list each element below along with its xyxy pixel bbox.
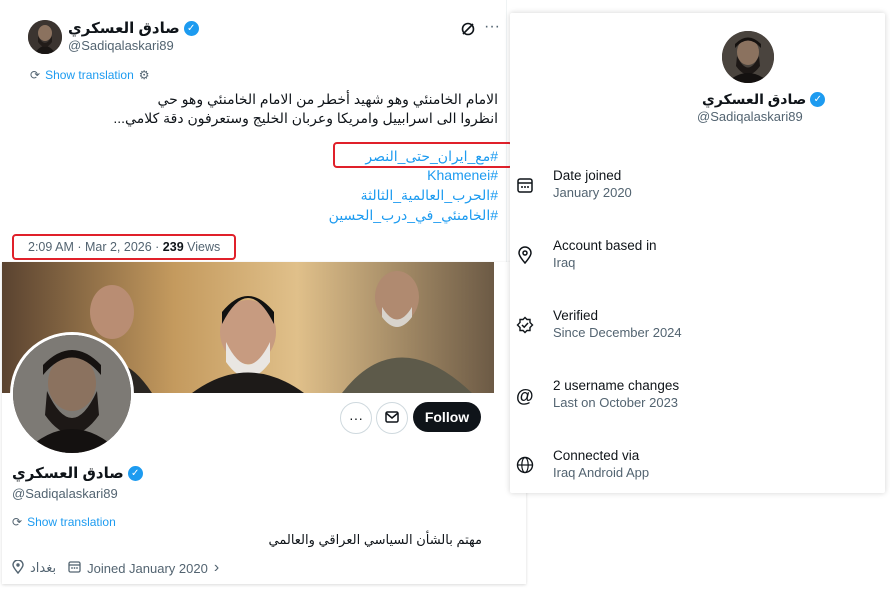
about-name: صادق العسكري (702, 91, 807, 107)
tweet-text-line-2: انظروا الى اسرابييل وامريكا وعربان الخلي… (113, 110, 498, 126)
mail-icon (385, 410, 399, 426)
grok-icon[interactable] (460, 21, 476, 37)
row-title: Verified (553, 308, 599, 323)
calendar-icon (516, 176, 536, 196)
show-translation-label: Show translation (27, 515, 116, 529)
tweet-author-handle[interactable]: @Sadiqalaskari89 (68, 38, 174, 53)
verified-badge-icon (516, 316, 536, 336)
location-pin-icon (516, 246, 536, 266)
row-subtitle: Last on October 2023 (553, 395, 679, 410)
more-options-icon[interactable]: ··· (484, 18, 500, 36)
translate-icon: ⟳ (30, 68, 41, 82)
row-title: Account based in (553, 238, 657, 253)
verified-icon: ✓ (810, 92, 826, 107)
tweet-card: صادق العسكري ✓ @Sadiqalaskari89 ··· ⟳ Sh… (12, 0, 513, 262)
profile-joined-date[interactable]: Joined January 2020 (87, 561, 208, 576)
row-subtitle: Since December 2024 (553, 325, 682, 340)
message-button[interactable] (376, 402, 408, 434)
row-title: Date joined (553, 168, 622, 183)
about-row-username-changes: @ 2 username changes Last on October 202… (516, 378, 875, 418)
row-subtitle: Iraq (553, 255, 576, 270)
location-pin-icon (12, 558, 24, 577)
gear-icon[interactable]: ⚙ (139, 68, 150, 82)
profile-location: بغداد (30, 560, 57, 575)
follow-button[interactable]: Follow (413, 402, 481, 432)
at-sign-icon: @ (516, 386, 534, 406)
profile-show-translation-link[interactable]: ⟳ Show translation (12, 515, 116, 529)
profile-avatar[interactable] (10, 332, 134, 456)
verified-icon[interactable]: ✓ (127, 465, 143, 481)
profile-card: ··· Follow صادق العسكري ✓ @Sadiqalaskari… (2, 262, 526, 584)
profile-name: صادق العسكري (12, 465, 124, 482)
profile-handle: @Sadiqalaskari89 (12, 486, 118, 501)
profile-name-row: صادق العسكري ✓ (12, 464, 143, 482)
hashtag-link[interactable]: #الخامنئي_في_درب_الحسين (329, 207, 498, 224)
tweet-author-avatar[interactable] (28, 20, 62, 54)
calendar-icon (68, 560, 81, 576)
timestamp-highlight-box (12, 234, 236, 260)
hashtag-highlight-box (333, 142, 513, 168)
translate-icon: ⟳ (12, 515, 23, 529)
verified-icon: ✓ (183, 20, 199, 36)
hashtag-link[interactable]: #Khamenei (427, 167, 498, 183)
show-translation-label: Show translation (45, 68, 134, 82)
about-account-panel: صادق العسكري ✓ @Sadiqalaskari89 Date joi… (510, 13, 885, 493)
row-title: 2 username changes (553, 378, 680, 393)
show-translation-link[interactable]: ⟳ Show translation ⚙ (30, 68, 150, 82)
tweet-author-name[interactable]: صادق العسكري (68, 19, 180, 37)
row-subtitle: Iraq Android App (553, 465, 650, 480)
profile-meta: بغداد Joined January 2020 › (12, 558, 219, 577)
chevron-right-icon[interactable]: › (214, 559, 219, 577)
row-subtitle: January 2020 (553, 185, 632, 200)
about-avatar (722, 31, 774, 83)
about-row-verified: Verified Since December 2024 (516, 308, 875, 348)
profile-bio: مهتم بالشأن السياسي العراقي والعالمي (268, 532, 482, 547)
about-handle: @Sadiqalaskari89 (697, 109, 803, 124)
row-title: Connected via (553, 448, 640, 463)
tweet-text: الامام الخامنئي وهو شهيد أخطر من الامام … (28, 90, 498, 128)
more-button[interactable]: ··· (340, 402, 372, 434)
tweet-text-line-1: الامام الخامنئي وهو شهيد أخطر من الامام … (157, 91, 498, 107)
more-options-icon: ··· (349, 410, 363, 426)
hashtag-link[interactable]: #الحرب_العالمية_الثالثة (361, 187, 498, 204)
globe-icon (516, 456, 536, 476)
about-row-connected-via: Connected via Iraq Android App (516, 448, 875, 488)
about-row-date-joined: Date joined January 2020 (516, 168, 875, 208)
about-name-row: صادق العسكري ✓ (702, 91, 826, 108)
tweet-author-name-row[interactable]: صادق العسكري ✓ (68, 19, 199, 37)
about-row-account-based: Account based in Iraq (516, 238, 875, 278)
